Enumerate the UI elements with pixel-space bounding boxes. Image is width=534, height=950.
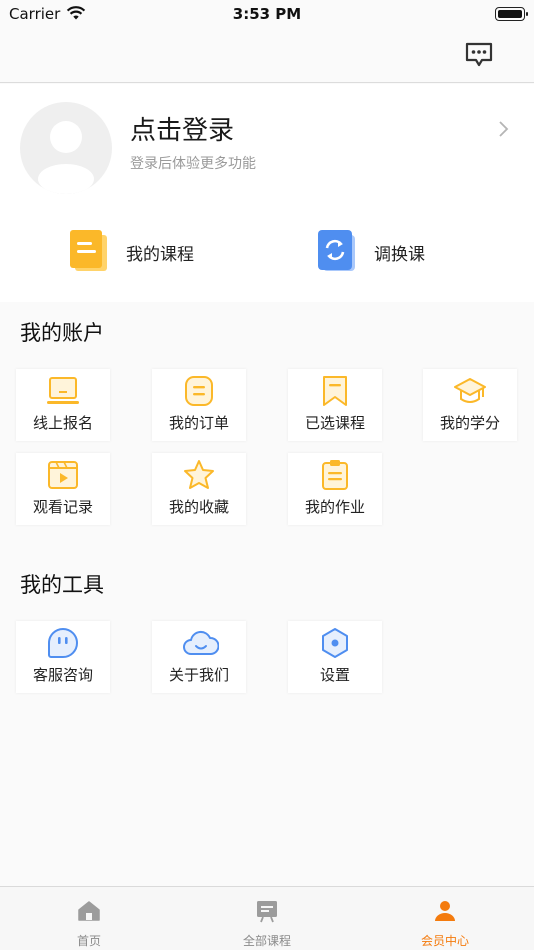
tab-all-courses-label: 全部课程 — [242, 934, 291, 948]
customer-service-tile[interactable]: 客服咨询 — [16, 621, 110, 693]
tools-section-title: 我的工具 — [20, 573, 104, 597]
selected-courses-tile[interactable]: 已选课程 — [288, 369, 382, 441]
tab-all-courses[interactable]: 全部课程 — [178, 887, 356, 950]
settings-label: 设置 — [319, 666, 350, 684]
message-icon[interactable] — [464, 41, 494, 69]
home-icon — [77, 899, 101, 923]
status-time: 3:53 PM — [232, 5, 302, 23]
my-favorites-label: 我的收藏 — [168, 498, 229, 516]
avatar[interactable] — [20, 102, 112, 194]
my-favorites-tile[interactable]: 我的收藏 — [152, 453, 246, 525]
online-registration-label: 线上报名 — [32, 414, 93, 432]
top-nav-bar — [0, 30, 534, 83]
login-subtitle: 登录后体验更多功能 — [130, 156, 256, 172]
courses-icon — [255, 899, 279, 923]
settings-hexagon-icon — [319, 627, 351, 659]
status-bar: Carrier 3:53 PM — [0, 0, 534, 30]
about-us-tile[interactable]: 关于我们 — [152, 621, 246, 693]
tab-home[interactable]: 首页 — [0, 887, 178, 950]
swap-course-label: 调换课 — [374, 245, 425, 265]
star-icon — [183, 459, 215, 491]
about-us-label: 关于我们 — [168, 666, 229, 684]
my-orders-label: 我的订单 — [168, 414, 229, 432]
course-book-icon — [70, 230, 108, 272]
bookmark-icon — [319, 375, 351, 407]
person-icon — [433, 899, 457, 923]
clipboard-icon — [319, 459, 351, 491]
bottom-tab-bar: 首页 全部课程 会员中心 — [0, 886, 534, 950]
my-homework-tile[interactable]: 我的作业 — [288, 453, 382, 525]
battery-icon — [495, 7, 528, 21]
account-section-title: 我的账户 — [20, 321, 104, 345]
my-courses-label: 我的课程 — [126, 245, 194, 265]
order-icon — [183, 375, 215, 407]
swap-refresh-icon — [318, 230, 356, 272]
tab-home-label: 首页 — [76, 934, 101, 948]
tab-member-center[interactable]: 会员中心 — [356, 887, 534, 950]
watch-history-label: 观看记录 — [32, 498, 93, 516]
my-orders-tile[interactable]: 我的订单 — [152, 369, 246, 441]
my-courses-button[interactable]: 我的课程 — [70, 226, 240, 272]
login-title[interactable]: 点击登录 — [130, 110, 234, 147]
cloud-smile-icon — [183, 627, 220, 659]
tab-member-center-label: 会员中心 — [420, 934, 469, 948]
selected-courses-label: 已选课程 — [304, 414, 365, 432]
swap-course-button[interactable]: 调换课 — [318, 226, 468, 272]
my-credits-label: 我的学分 — [439, 414, 500, 432]
watch-history-tile[interactable]: 观看记录 — [16, 453, 110, 525]
chat-support-icon — [47, 627, 79, 659]
laptop-icon — [47, 375, 79, 407]
online-registration-tile[interactable]: 线上报名 — [16, 369, 110, 441]
graduation-cap-icon — [454, 375, 486, 407]
customer-service-label: 客服咨询 — [32, 666, 93, 684]
chevron-right-icon[interactable] — [496, 119, 510, 139]
my-credits-tile[interactable]: 我的学分 — [423, 369, 517, 441]
my-homework-label: 我的作业 — [304, 498, 365, 516]
profile-card: 点击登录 登录后体验更多功能 我的课程 调换课 — [0, 84, 534, 302]
settings-tile[interactable]: 设置 — [288, 621, 382, 693]
video-play-icon — [47, 459, 79, 491]
